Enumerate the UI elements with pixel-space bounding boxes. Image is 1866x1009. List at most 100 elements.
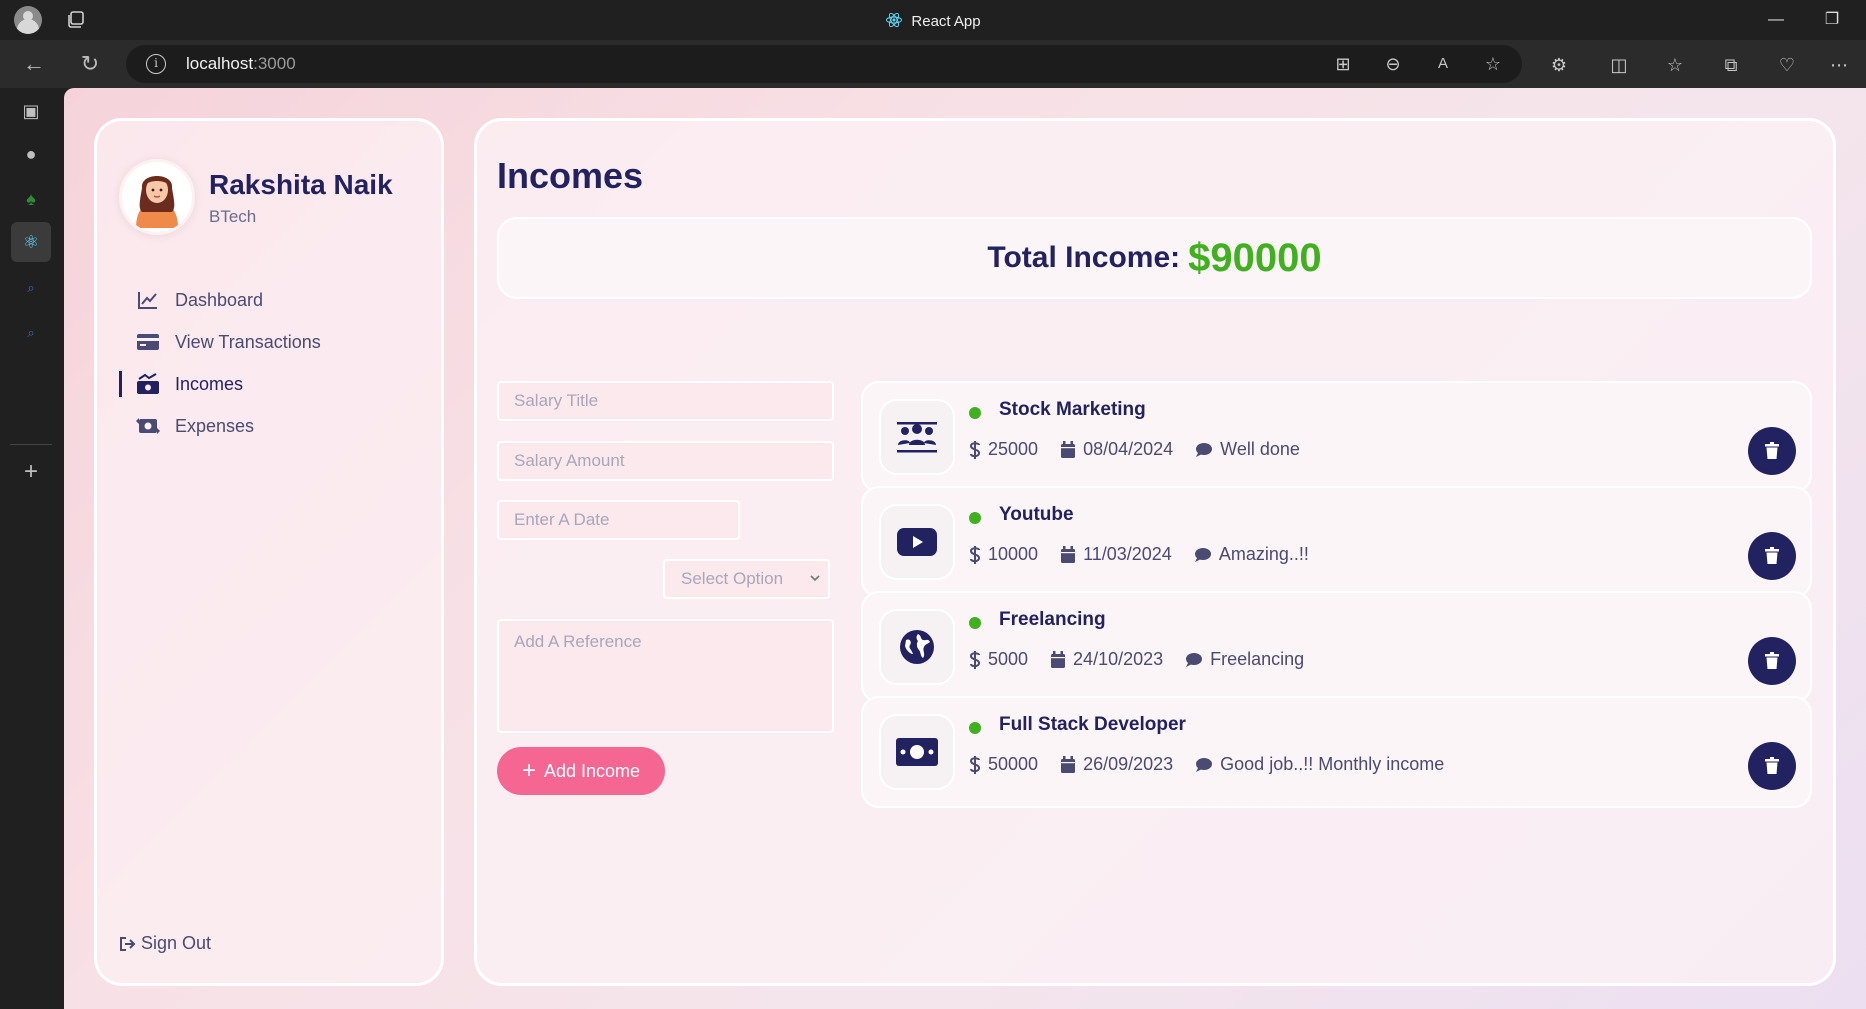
date-input[interactable] xyxy=(497,500,740,540)
dollar-icon xyxy=(969,545,981,564)
income-meta: 10000 11/03/2024 Amazing..!! xyxy=(969,544,1331,565)
dollar-icon xyxy=(969,755,981,774)
income-date: 11/03/2024 xyxy=(1083,544,1172,564)
menu-label: Expenses xyxy=(175,415,255,436)
favorite-star-icon[interactable]: ☆ xyxy=(1482,53,1504,75)
add-income-button[interactable]: + Add Income xyxy=(497,747,665,795)
zoom-out-icon[interactable]: ⊖ xyxy=(1382,53,1404,75)
sign-out-label: Sign Out xyxy=(141,933,212,953)
favorites-icon[interactable]: ☆ xyxy=(1664,54,1686,76)
collections-icon[interactable]: ⧉ xyxy=(1720,54,1742,76)
site-info-icon[interactable]: i xyxy=(146,54,166,74)
income-note: Freelancing xyxy=(1210,649,1305,669)
main-panel: Incomes Total Income: $90000 Select Opti… xyxy=(474,118,1836,986)
add-income-label: Add Income xyxy=(543,760,641,781)
browser-essentials-icon[interactable]: ♡ xyxy=(1776,54,1798,76)
income-date: 08/04/2024 xyxy=(1083,439,1174,459)
sidebar-divider xyxy=(10,444,52,445)
reference-textarea[interactable] xyxy=(497,619,834,733)
window-title-text: React App xyxy=(911,13,981,30)
url-box[interactable]: i localhost:3000 ⊞ ⊖ A ☆ xyxy=(126,45,1522,83)
income-date: 24/10/2023 xyxy=(1073,649,1164,669)
status-dot xyxy=(969,407,981,419)
chart-line-icon xyxy=(135,289,161,311)
delete-button[interactable] xyxy=(1748,637,1796,685)
menu-item-expenses[interactable]: Expenses xyxy=(97,405,441,447)
menu-label: Incomes xyxy=(175,373,244,394)
status-dot xyxy=(969,722,981,734)
more-menu-icon[interactable]: ⋯ xyxy=(1828,54,1850,76)
back-icon[interactable]: ← xyxy=(22,52,46,76)
income-meta: 5000 24/10/2023 Freelancing xyxy=(969,649,1326,670)
restore-icon[interactable]: ❐ xyxy=(1820,8,1844,32)
page-title: Incomes xyxy=(497,155,644,196)
income-note: Well done xyxy=(1220,439,1300,459)
extensions-icon[interactable]: ⚙ xyxy=(1548,54,1570,76)
sign-out-icon xyxy=(120,936,136,951)
income-note: Good job..!! Monthly income xyxy=(1220,754,1445,774)
money-bill-icon xyxy=(879,714,955,790)
status-dot xyxy=(969,512,981,524)
menu-item-dashboard[interactable]: Dashboard xyxy=(97,279,441,321)
money-trend-icon xyxy=(135,373,161,395)
search-tab-icon[interactable]: ⌕ xyxy=(17,274,45,302)
income-meta: 25000 08/04/2024 Well done xyxy=(969,439,1322,460)
trash-icon xyxy=(1765,652,1779,669)
add-tab-icon[interactable]: + xyxy=(17,458,45,486)
refresh-icon[interactable]: ↻ xyxy=(78,52,102,76)
calendar-icon xyxy=(1061,545,1076,563)
read-aloud-icon[interactable]: A xyxy=(1432,53,1454,75)
dollar-icon xyxy=(969,650,981,669)
trash-icon xyxy=(1765,757,1779,774)
vertical-tabs-icon[interactable]: ▣ xyxy=(17,97,45,125)
split-screen-icon[interactable]: ◫ xyxy=(1608,54,1630,76)
user-avatar-illustration xyxy=(136,176,178,228)
url-text[interactable]: localhost:3000 xyxy=(186,54,296,74)
github-tab-icon[interactable]: ● xyxy=(17,140,45,168)
main-menu: Dashboard View Transactions Incomes Expe… xyxy=(97,279,441,447)
delete-button[interactable] xyxy=(1748,742,1796,790)
money-exchange-icon xyxy=(135,415,161,437)
user-role: BTech xyxy=(209,207,257,226)
app-available-icon[interactable]: ⊞ xyxy=(1332,53,1354,75)
income-note: Amazing..!! xyxy=(1218,544,1309,564)
delete-button[interactable] xyxy=(1748,427,1796,475)
salary-amount-input[interactable] xyxy=(497,441,834,481)
income-title: Youtube xyxy=(999,504,1074,525)
react-tab-icon[interactable]: ⚛ xyxy=(11,222,51,262)
comment-icon xyxy=(1194,547,1211,562)
income-title: Full Stack Developer xyxy=(999,714,1186,735)
total-income-label: Total Income: xyxy=(987,241,1181,274)
window-title: React App xyxy=(0,11,1866,30)
calendar-icon xyxy=(1061,755,1076,773)
comment-icon xyxy=(1196,757,1213,772)
minimize-icon[interactable]: — xyxy=(1764,8,1788,32)
browser-sidebar: ▣ ● ♠ ⚛ ⌕ ⌕ + xyxy=(0,88,64,1009)
user-name: Rakshita Naik xyxy=(209,169,393,200)
category-select[interactable]: Select Option xyxy=(663,559,830,599)
sign-out-button[interactable]: Sign Out xyxy=(119,933,211,954)
plus-icon: + xyxy=(521,757,536,784)
status-dot xyxy=(969,617,981,629)
salary-title-input[interactable] xyxy=(497,381,834,421)
credit-card-icon xyxy=(135,331,161,353)
address-bar: ← ↻ i localhost:3000 ⊞ ⊖ A ☆ ⚙ ◫ ☆ ⧉ ♡ ⋯ xyxy=(0,40,1866,88)
menu-item-view-transactions[interactable]: View Transactions xyxy=(97,321,441,363)
income-item: Stock Marketing 25000 08/04/2024 Well do… xyxy=(861,381,1812,493)
total-income-box: Total Income: $90000 xyxy=(497,217,1812,299)
income-amount: 10000 xyxy=(988,544,1039,564)
youtube-icon xyxy=(879,504,955,580)
income-item: Full Stack Developer 50000 26/09/2023 Go… xyxy=(861,696,1812,808)
total-income-value: $90000 xyxy=(1188,235,1322,280)
menu-label: Dashboard xyxy=(175,289,264,310)
delete-button[interactable] xyxy=(1748,532,1796,580)
search-tab-icon-2[interactable]: ⌕ xyxy=(17,319,45,347)
nav-panel: Rakshita Naik BTech Dashboard View Trans… xyxy=(94,118,444,986)
income-amount: 5000 xyxy=(988,649,1029,669)
income-meta: 50000 26/09/2023 Good job..!! Monthly in… xyxy=(969,754,1466,775)
menu-label: View Transactions xyxy=(175,331,321,352)
mongodb-tab-icon[interactable]: ♠ xyxy=(17,185,45,213)
income-title: Stock Marketing xyxy=(999,399,1146,420)
menu-item-incomes[interactable]: Incomes xyxy=(97,363,441,405)
trash-icon xyxy=(1765,442,1779,459)
